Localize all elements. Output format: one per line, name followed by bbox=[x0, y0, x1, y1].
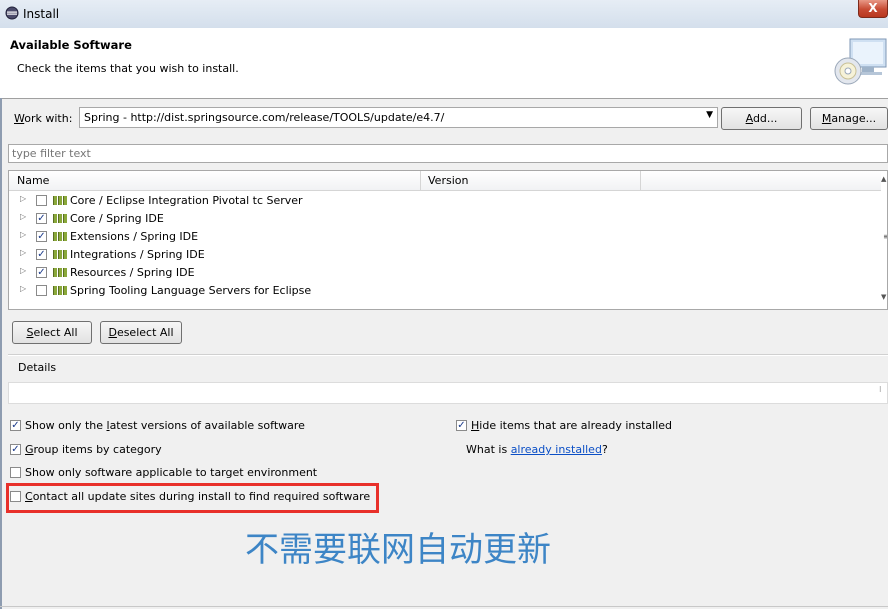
row-checkbox[interactable]: ✓ bbox=[36, 213, 47, 224]
scroll-grip-icon[interactable]: ≡ bbox=[883, 233, 887, 241]
close-button[interactable]: X bbox=[858, 0, 888, 18]
column-header-version[interactable]: Version bbox=[428, 174, 468, 187]
row-label: Core / Eclipse Integration Pivotal tc Se… bbox=[70, 194, 303, 207]
row-checkbox[interactable] bbox=[36, 195, 47, 206]
scroll-up-icon[interactable]: ▲ bbox=[881, 175, 886, 183]
expand-arrow-icon[interactable]: ▷ bbox=[20, 248, 26, 257]
row-label: Spring Tooling Language Servers for Ecli… bbox=[70, 284, 312, 297]
page-description: Check the items that you wish to install… bbox=[17, 62, 239, 75]
window-title: Install bbox=[23, 7, 60, 21]
row-label: Extensions / Spring IDE bbox=[70, 230, 199, 243]
tree-row[interactable]: ▷ ✓ Extensions / Spring IDE bbox=[9, 228, 869, 246]
column-header-name[interactable]: Name bbox=[17, 174, 49, 187]
annotation-text: 不需要联网自动更新 bbox=[245, 530, 551, 570]
expand-arrow-icon[interactable]: ▷ bbox=[20, 284, 26, 293]
tree-row[interactable]: ▷ Spring Tooling Language Servers for Ec… bbox=[9, 282, 869, 300]
row-label: Integrations / Spring IDE bbox=[70, 248, 205, 261]
target-environment-checkbox[interactable] bbox=[10, 467, 21, 478]
row-checkbox[interactable]: ✓ bbox=[36, 267, 47, 278]
row-label: Core / Spring IDE bbox=[70, 212, 164, 225]
details-separator bbox=[8, 354, 888, 356]
expand-arrow-icon[interactable]: ▷ bbox=[20, 194, 26, 203]
install-disc-icon bbox=[834, 38, 887, 85]
hide-installed-label: Hide items that are already installed bbox=[471, 419, 673, 432]
group-by-category-checkbox[interactable]: ✓ bbox=[10, 444, 21, 455]
already-installed-link[interactable]: already installed bbox=[511, 443, 602, 456]
page-title: Available Software bbox=[10, 38, 132, 52]
row-checkbox[interactable]: ✓ bbox=[36, 231, 47, 242]
wizard-header: Available Software Check the items that … bbox=[0, 28, 888, 99]
row-label: Resources / Spring IDE bbox=[70, 266, 195, 279]
select-all-button[interactable]: Select All bbox=[12, 321, 92, 344]
highlight-annotation-box bbox=[6, 483, 379, 513]
tree-row[interactable]: ▷ ✓ Core / Spring IDE bbox=[9, 210, 869, 228]
work-with-combo[interactable]: Spring - http://dist.springsource.com/re… bbox=[79, 107, 718, 128]
category-icon bbox=[53, 268, 67, 277]
scroll-down-icon[interactable]: ▼ bbox=[881, 293, 886, 301]
column-divider bbox=[420, 171, 421, 190]
window-frame-edge bbox=[0, 98, 2, 609]
work-with-value: Spring - http://dist.springsource.com/re… bbox=[84, 111, 445, 124]
manage-sites-button[interactable]: Manage... bbox=[810, 107, 888, 130]
row-checkbox[interactable]: ✓ bbox=[36, 249, 47, 260]
tree-row[interactable]: ▷ Core / Eclipse Integration Pivotal tc … bbox=[9, 192, 869, 210]
what-is-installed-text: What is already installed? bbox=[466, 443, 608, 456]
filter-input[interactable] bbox=[8, 144, 888, 163]
latest-versions-checkbox[interactable]: ✓ bbox=[10, 420, 21, 431]
title-bar: Install X bbox=[0, 0, 888, 29]
group-by-category-label: Group items by category bbox=[25, 443, 162, 456]
details-label: Details bbox=[18, 361, 57, 374]
tree-header: Name Version bbox=[9, 171, 881, 191]
category-icon bbox=[53, 286, 67, 295]
target-environment-label: Show only software applicable to target … bbox=[25, 466, 318, 479]
expand-arrow-icon[interactable]: ▷ bbox=[20, 266, 26, 275]
category-icon bbox=[53, 196, 67, 205]
details-text-area[interactable]: ⁝ bbox=[8, 382, 888, 404]
work-with-label: Work with: bbox=[14, 112, 73, 125]
close-icon: X bbox=[868, 1, 878, 15]
chevron-down-icon[interactable]: ▼ bbox=[706, 110, 713, 120]
eclipse-app-icon bbox=[5, 6, 19, 20]
expand-arrow-icon[interactable]: ▷ bbox=[20, 212, 26, 221]
category-icon bbox=[53, 214, 67, 223]
tree-row[interactable]: ▷ ✓ Integrations / Spring IDE bbox=[9, 246, 869, 264]
tree-row[interactable]: ▷ ✓ Resources / Spring IDE bbox=[9, 264, 869, 282]
software-tree[interactable]: Name Version ▷ Core / Eclipse Integratio… bbox=[8, 170, 888, 310]
expand-arrow-icon[interactable]: ▷ bbox=[20, 230, 26, 239]
category-icon bbox=[53, 232, 67, 241]
hide-installed-checkbox[interactable]: ✓ bbox=[456, 420, 467, 431]
add-site-button[interactable]: Add... bbox=[721, 107, 802, 130]
column-divider bbox=[640, 171, 641, 190]
deselect-all-button[interactable]: Deselect All bbox=[100, 321, 182, 344]
scroll-arrows-icon[interactable]: ⁝ bbox=[879, 385, 882, 394]
row-checkbox[interactable] bbox=[36, 285, 47, 296]
category-icon bbox=[53, 250, 67, 259]
bottom-divider bbox=[0, 606, 888, 607]
latest-versions-label: Show only the latest versions of availab… bbox=[25, 419, 305, 432]
